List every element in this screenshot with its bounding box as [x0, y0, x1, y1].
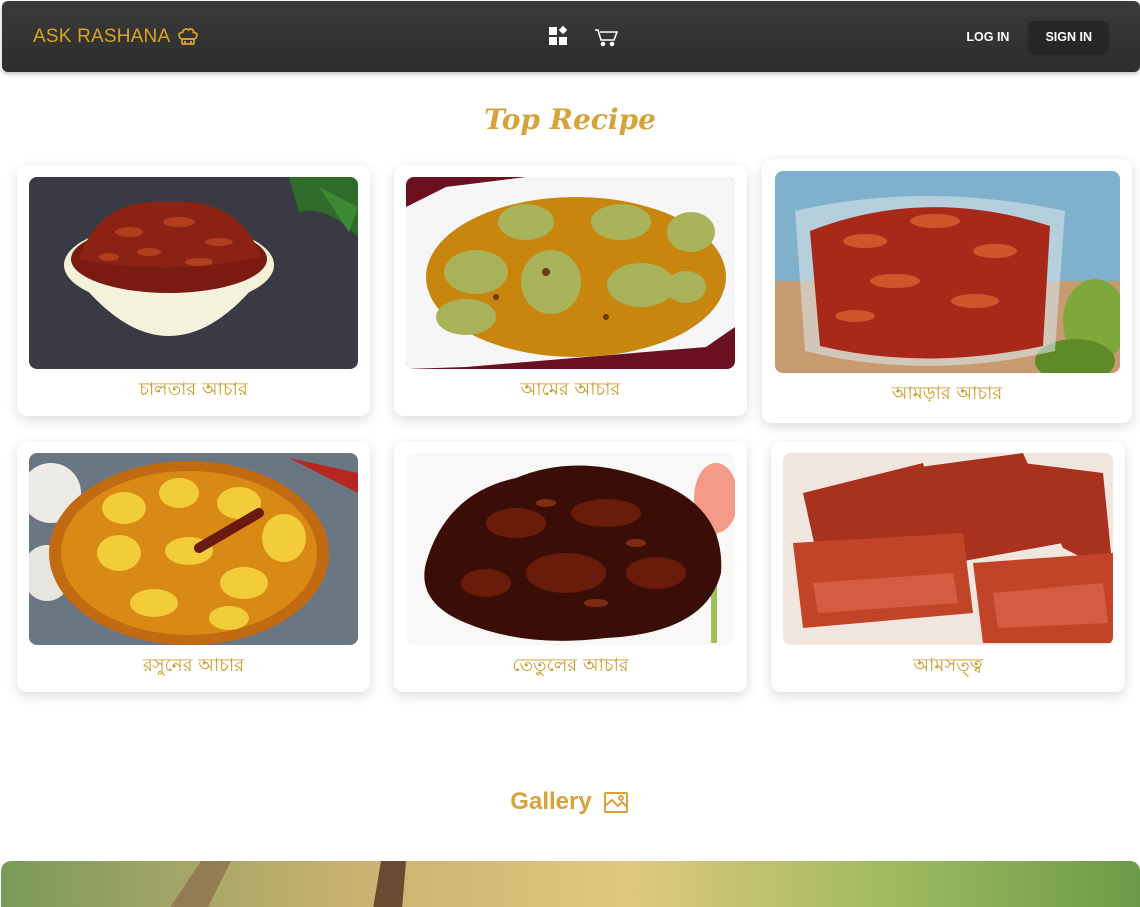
nav-icons	[547, 25, 619, 47]
recipe-image	[29, 177, 358, 369]
chef-hat-icon	[178, 28, 199, 45]
recipe-card[interactable]: আমড়ার আচার	[762, 159, 1132, 423]
gallery-title: Gallery	[510, 788, 592, 815]
recipe-name: আমের আচার	[520, 379, 621, 400]
recipe-card[interactable]: আমসত্ত্ব	[771, 441, 1125, 692]
image-gallery-icon	[603, 792, 628, 813]
recipe-card[interactable]: আমের আচার	[394, 165, 747, 416]
cart-icon[interactable]	[593, 25, 619, 47]
recipe-image	[29, 453, 358, 645]
recipe-image	[783, 453, 1113, 645]
recipe-card[interactable]: চালতার আচার	[17, 165, 370, 416]
recipe-image	[775, 171, 1120, 373]
recipe-name: চালতার আচার	[139, 379, 248, 400]
recipe-name: রসুনের আচার	[142, 655, 245, 676]
auth-actions: LOG IN SIGN IN	[966, 21, 1108, 53]
gallery-heading: Gallery	[0, 788, 1140, 816]
recipe-name: আমড়ার আচার	[891, 383, 1003, 404]
signin-button[interactable]: SIGN IN	[1029, 21, 1108, 53]
brand-logo[interactable]: ASK RASHANA	[33, 25, 200, 49]
top-recipe-title: Top Recipe	[484, 103, 656, 136]
recipe-image	[406, 177, 735, 369]
gallery-image	[1, 861, 1140, 907]
recipe-image	[406, 453, 735, 645]
brand-name: ASK RASHANA	[33, 26, 171, 47]
dashboard-icon[interactable]	[547, 25, 569, 47]
navbar: ASK RASHANA LOG IN SIGN IN	[2, 1, 1140, 72]
recipe-name: তেতুলের আচার	[512, 655, 629, 676]
recipe-card[interactable]: তেতুলের আচার	[394, 441, 747, 692]
recipe-name: আমসত্ত্ব	[913, 655, 983, 676]
recipe-card[interactable]: রসুনের আচার	[17, 441, 370, 692]
login-button[interactable]: LOG IN	[966, 21, 1009, 53]
